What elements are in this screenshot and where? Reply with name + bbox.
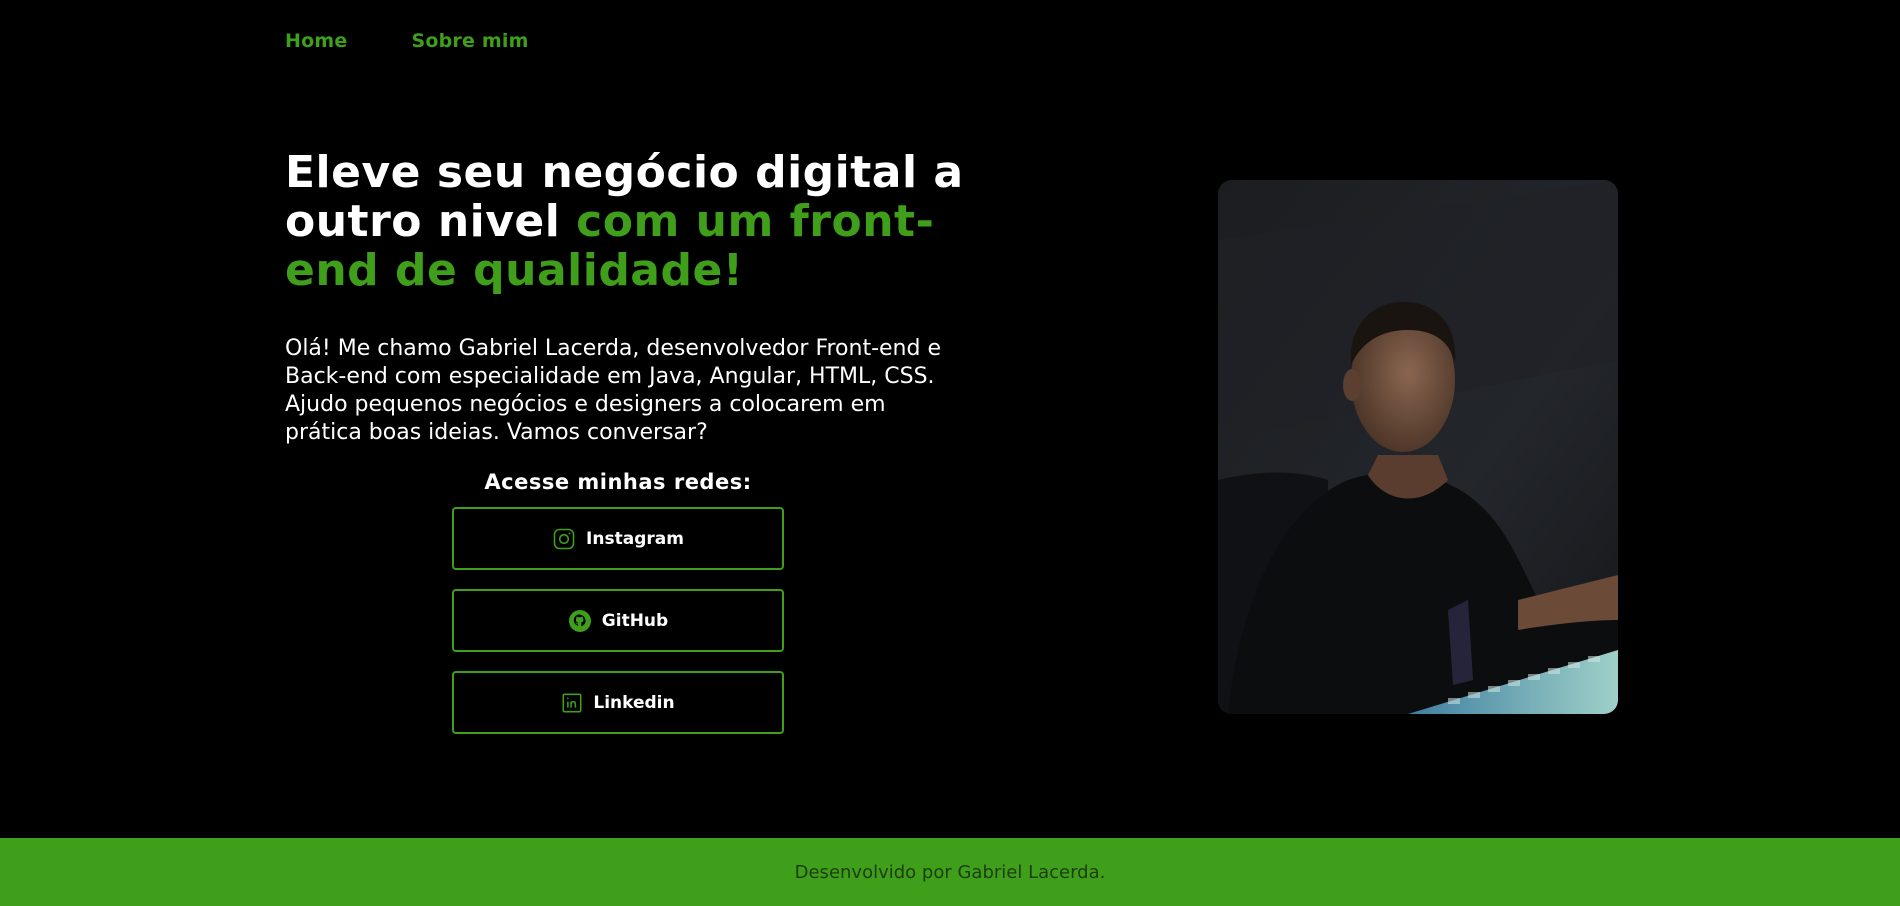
footer-text: Desenvolvido por Gabriel Lacerda. — [794, 861, 1106, 883]
socials-title: Acesse minhas redes: — [484, 470, 752, 494]
hero-section: Eleve seu negócio digital a outro nivel … — [285, 148, 965, 447]
footer: Desenvolvido por Gabriel Lacerda. — [0, 838, 1900, 906]
github-icon — [568, 609, 592, 633]
profile-photo — [1218, 180, 1618, 714]
hero-headline: Eleve seu negócio digital a outro nivel … — [285, 148, 965, 295]
nav-home-link[interactable]: Home — [285, 30, 347, 52]
linkedin-icon — [561, 692, 583, 714]
top-nav: Home Sobre mim — [285, 30, 529, 52]
social-links: Acesse minhas redes: Instagram GitHub Li… — [452, 470, 784, 753]
nav-about-link[interactable]: Sobre mim — [411, 30, 528, 52]
page: Home Sobre mim Eleve seu negócio digital… — [0, 0, 1900, 906]
hero-intro: Olá! Me chamo Gabriel Lacerda, desenvolv… — [285, 336, 941, 445]
linkedin-label: Linkedin — [593, 692, 675, 713]
instagram-button[interactable]: Instagram — [452, 507, 784, 570]
github-button[interactable]: GitHub — [452, 589, 784, 652]
linkedin-button[interactable]: Linkedin — [452, 671, 784, 734]
instagram-icon — [552, 527, 576, 551]
github-label: GitHub — [601, 610, 669, 631]
instagram-label: Instagram — [586, 528, 684, 549]
